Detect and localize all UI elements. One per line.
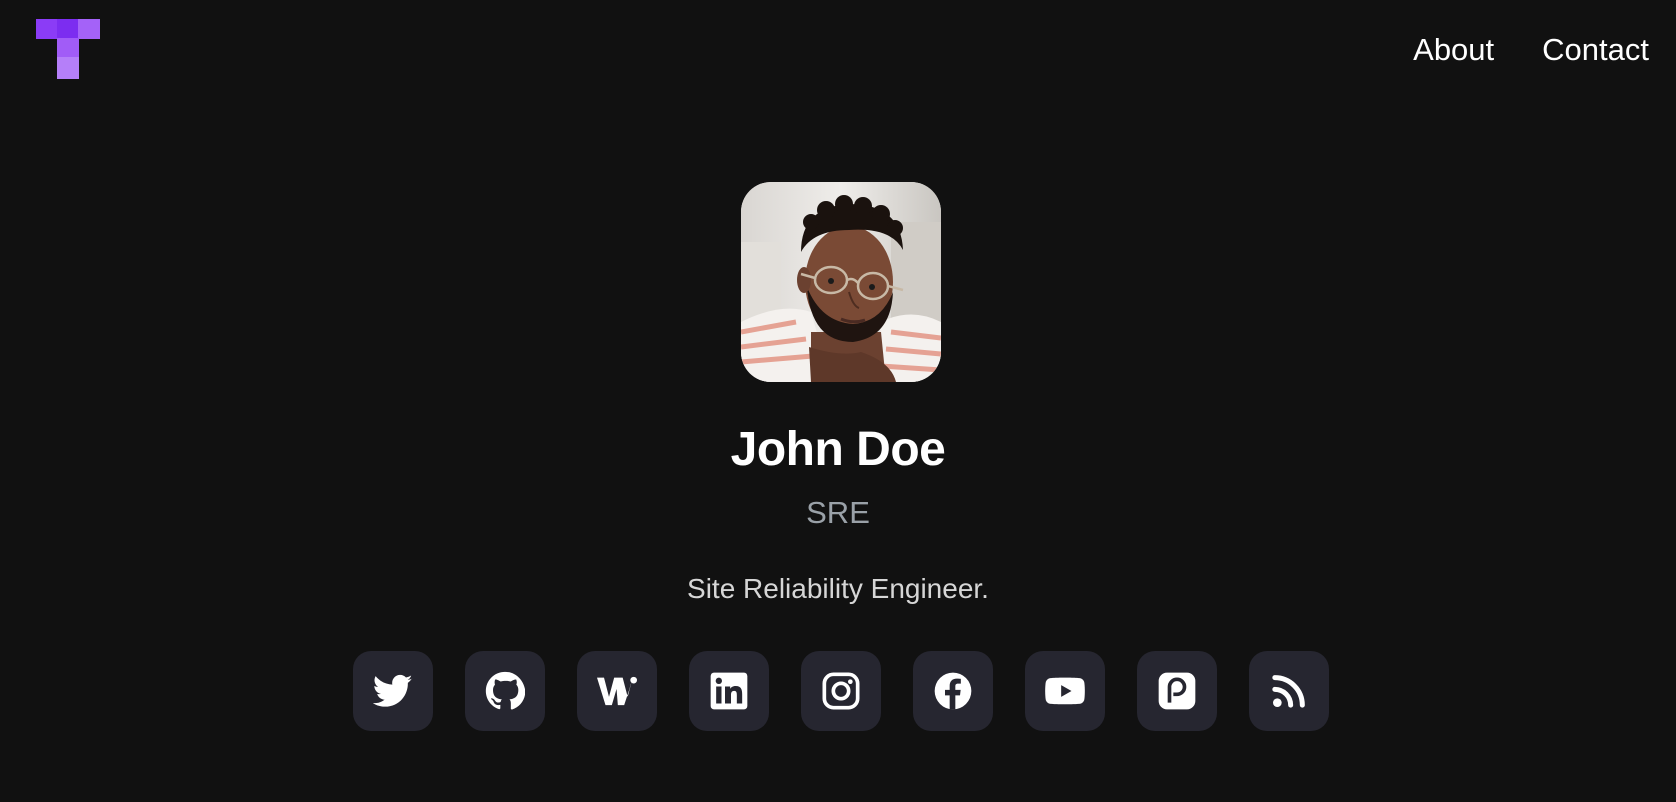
youtube-icon xyxy=(1045,677,1085,705)
profile-name: John Doe xyxy=(730,423,946,476)
patreon-link[interactable] xyxy=(1137,651,1217,731)
patreon-icon xyxy=(1158,672,1196,710)
top-nav: About Contact xyxy=(1413,30,1649,70)
t-logo-icon[interactable] xyxy=(36,19,100,79)
github-link[interactable] xyxy=(465,651,545,731)
youtube-link[interactable] xyxy=(1025,651,1105,731)
social-links xyxy=(353,651,1329,731)
facebook-icon xyxy=(934,672,972,710)
rss-icon xyxy=(1272,675,1305,708)
nav-contact-link[interactable]: Contact xyxy=(1542,30,1649,70)
profile-role: SRE xyxy=(806,495,870,530)
twitter-icon xyxy=(373,674,413,707)
facebook-link[interactable] xyxy=(913,651,993,731)
twitter-link[interactable] xyxy=(353,651,433,731)
rss-link[interactable] xyxy=(1249,651,1329,731)
instagram-link[interactable] xyxy=(801,651,881,731)
avatar-photo xyxy=(741,182,941,382)
linkedin-icon xyxy=(710,672,748,710)
wellfound-link[interactable] xyxy=(577,651,657,731)
profile-bio: Site Reliability Engineer. xyxy=(687,573,989,604)
linkedin-link[interactable] xyxy=(689,651,769,731)
logo-graphic xyxy=(36,19,100,79)
page: About Contact John Doe SRE Site Reliabil… xyxy=(0,0,1676,802)
nav-about-link[interactable]: About xyxy=(1413,30,1494,70)
avatar xyxy=(741,182,941,382)
instagram-icon xyxy=(822,672,860,710)
github-icon xyxy=(485,671,525,710)
wellfound-icon xyxy=(597,676,637,706)
